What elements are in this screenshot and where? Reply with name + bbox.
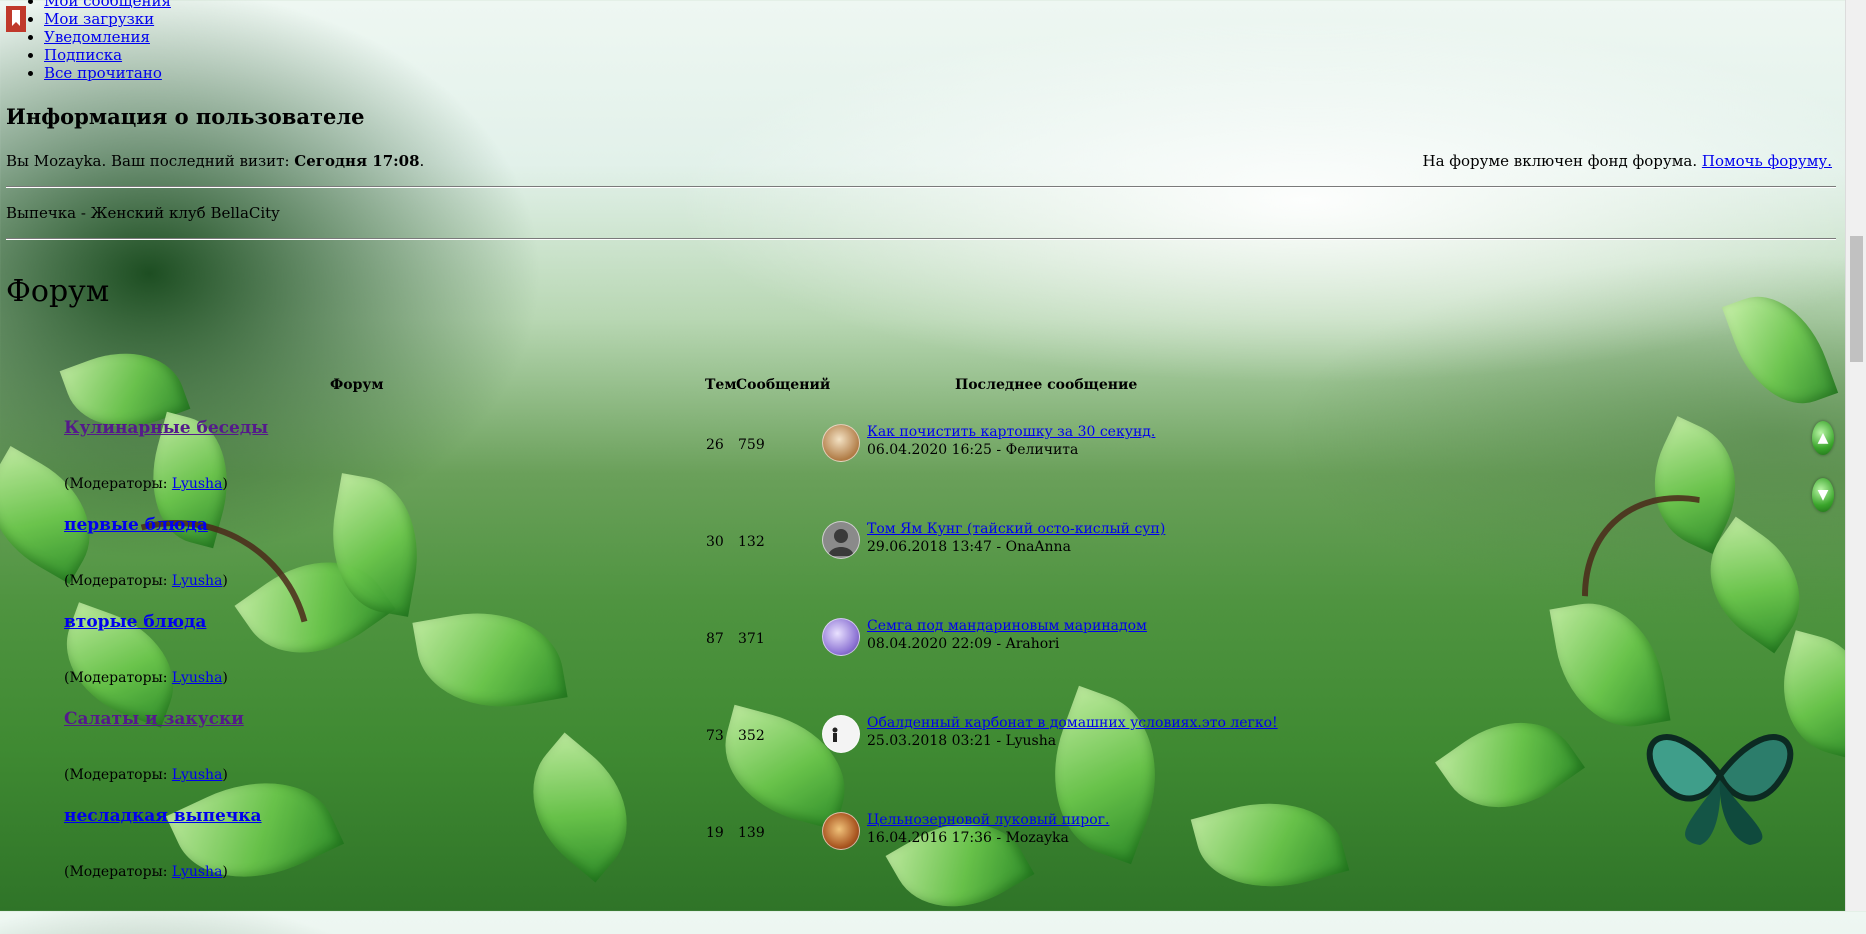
username: Mozayka [33, 152, 102, 170]
last-post-meta: 06.04.2020 16:25 - Феличита [867, 442, 1079, 458]
last-post-meta: 08.04.2020 22:09 - Arahori [867, 636, 1060, 652]
moderators-label: (Модераторы: [64, 767, 172, 783]
last-poster-avatar[interactable] [822, 715, 860, 753]
last-poster-avatar[interactable] [822, 812, 860, 850]
scroll-up-button[interactable]: ▲ [1812, 421, 1834, 455]
breadcrumb: Выпечка - Женский клуб BellaCity [6, 204, 280, 222]
moderators-line: (Модераторы: Lyusha) [64, 767, 228, 783]
menu-link-my-messages[interactable]: Мои сообщения [44, 0, 171, 10]
page-scrollbar[interactable] [1845, 0, 1866, 911]
menu-item-mark-all-read: Все прочитано [44, 64, 171, 82]
menu-link-notifications[interactable]: Уведомления [44, 28, 150, 46]
moderator-link[interactable]: Lyusha [172, 670, 223, 686]
last-post-link[interactable]: Том Ям Кунг (тайский осто-кислый суп) [867, 521, 1165, 537]
topics-count: 26 [706, 437, 724, 453]
forum-link[interactable]: несладкая выпечка [64, 806, 262, 826]
moderators-label: (Модераторы: [64, 476, 172, 492]
moderators-close: ) [222, 670, 228, 686]
page-title: Форум [6, 274, 110, 309]
last-post-link[interactable]: Семга под мандариновым маринадом [867, 618, 1147, 634]
last-poster-avatar[interactable] [822, 521, 860, 559]
moderators-close: ) [222, 573, 228, 589]
moderator-link[interactable]: Lyusha [172, 767, 223, 783]
greeting-prefix: Вы [6, 152, 29, 170]
visit-label: . Ваш последний визит: [101, 152, 295, 170]
posts-count: 132 [738, 534, 765, 550]
header-posts: Сообщений [736, 377, 831, 393]
menu-link-mark-all-read[interactable]: Все прочитано [44, 64, 162, 82]
topics-count: 19 [706, 825, 724, 841]
moderators-line: (Модераторы: Lyusha) [64, 670, 228, 686]
topics-count: 87 [706, 631, 724, 647]
header-forum: Форум [330, 377, 384, 393]
last-post-meta: 29.06.2018 13:47 - OnaAnna [867, 539, 1071, 555]
moderators-label: (Модераторы: [64, 573, 172, 589]
moderators-close: ) [222, 767, 228, 783]
last-post-link[interactable]: Цельнозерновой луковый пирог. [867, 812, 1109, 828]
forum-link[interactable]: Кулинарные беседы [64, 418, 268, 438]
moderators-label: (Модераторы: [64, 864, 172, 880]
scrollbar-thumb[interactable] [1850, 236, 1863, 362]
forum-link[interactable]: первые блюда [64, 515, 208, 535]
moderators-close: ) [222, 476, 228, 492]
visit-suffix: . [419, 152, 425, 170]
top-menu: Мои сообщения Мои загрузки Уведомления П… [22, 0, 171, 82]
forum-fund-line: На форуме включен фонд форума. Помочь фо… [1422, 152, 1832, 170]
last-post-link[interactable]: Обалденный карбонат в домашних условиях.… [867, 715, 1278, 731]
forum-page: Мои сообщения Мои загрузки Уведомления П… [0, 0, 1866, 934]
menu-item-my-downloads: Мои загрузки [44, 10, 171, 28]
menu-item-my-messages: Мои сообщения [44, 0, 171, 10]
default-user-icon [828, 529, 854, 556]
moderators-close: ) [222, 864, 228, 880]
menu-link-subscription[interactable]: Подписка [44, 46, 122, 64]
forum-link[interactable]: Салаты и закуски [64, 709, 244, 729]
moderator-link[interactable]: Lyusha [172, 476, 223, 492]
moderator-link[interactable]: Lyusha [172, 573, 223, 589]
last-post-meta: 25.03.2018 03:21 - Lyusha [867, 733, 1057, 749]
butterfly-decoration [1646, 734, 1794, 845]
help-forum-link[interactable]: Помочь форуму. [1702, 152, 1832, 170]
menu-item-notifications: Уведомления [44, 28, 171, 46]
divider-bottom [6, 238, 1836, 240]
last-post-meta: 16.04.2016 17:36 - Mozayka [867, 830, 1069, 846]
menu-link-my-downloads[interactable]: Мои загрузки [44, 10, 154, 28]
topics-count: 30 [706, 534, 724, 550]
moderators-label: (Модераторы: [64, 670, 172, 686]
posts-count: 352 [738, 728, 765, 744]
scroll-down-button[interactable]: ▼ [1812, 478, 1834, 512]
last-visit-value: Сегодня 17:08 [294, 152, 420, 170]
last-poster-avatar[interactable] [822, 618, 860, 656]
fund-text: На форуме включен фонд форума. [1422, 152, 1702, 170]
menu-item-subscription: Подписка [44, 46, 171, 64]
moderator-link[interactable]: Lyusha [172, 864, 223, 880]
user-info-title: Информация о пользователе [6, 104, 365, 129]
last-post-link[interactable]: Как почистить картошку за 30 секунд. [867, 424, 1155, 440]
figure-icon [832, 727, 838, 742]
header-last-post: Последнее сообщение [955, 377, 1138, 393]
forum-link[interactable]: вторые блюда [64, 612, 206, 632]
header-topics: Тем [705, 377, 737, 393]
moderators-line: (Модераторы: Lyusha) [64, 476, 228, 492]
last-visit-line: Вы Mozayka. Ваш последний визит: Сегодня… [6, 152, 424, 170]
divider-top [6, 186, 1836, 188]
moderators-line: (Модераторы: Lyusha) [64, 573, 228, 589]
topics-count: 73 [706, 728, 724, 744]
moderators-line: (Модераторы: Lyusha) [64, 864, 228, 880]
posts-count: 759 [738, 437, 765, 453]
last-poster-avatar[interactable] [822, 424, 860, 462]
posts-count: 139 [738, 825, 765, 841]
posts-count: 371 [738, 631, 765, 647]
